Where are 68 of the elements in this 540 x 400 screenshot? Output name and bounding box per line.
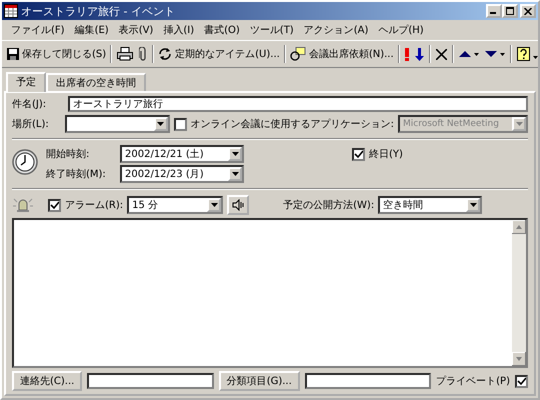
exclamation-icon[interactable] bbox=[404, 48, 409, 60]
calendar-icon bbox=[4, 4, 18, 18]
end-time-label: 終了時刻(M): bbox=[46, 168, 107, 181]
caret-icon bbox=[516, 122, 522, 126]
close-icon bbox=[524, 8, 532, 14]
contacts-field[interactable] bbox=[87, 373, 214, 389]
all-day-checkbox[interactable] bbox=[352, 148, 365, 160]
close-button[interactable] bbox=[520, 4, 536, 18]
caret-icon bbox=[210, 203, 218, 207]
subject-label: 件名(J): bbox=[12, 98, 48, 111]
save-and-close-button[interactable]: 保存して閉じる(S) bbox=[5, 45, 108, 63]
private-label: プライベート(P) bbox=[436, 374, 510, 388]
contacts-button[interactable]: 連絡先(C)... bbox=[12, 371, 82, 391]
scroll-down-icon[interactable] bbox=[512, 352, 526, 366]
subject-field[interactable]: オーストラリア旅行 bbox=[68, 96, 528, 112]
printer-icon[interactable] bbox=[117, 47, 134, 61]
meeting-request-button[interactable]: 会議出席依頼(N)... bbox=[288, 45, 396, 63]
categories-button[interactable]: 分類項目(G)... bbox=[218, 371, 300, 391]
delete-icon[interactable] bbox=[436, 48, 447, 60]
start-time-label: 開始時刻: bbox=[46, 148, 90, 161]
end-date-dropdown[interactable]: 2002/12/23 (月) bbox=[120, 165, 244, 183]
clock-icon bbox=[12, 149, 38, 175]
alarm-checkbox[interactable] bbox=[48, 198, 61, 212]
menu-item[interactable]: アクション(A) bbox=[298, 22, 374, 38]
all-day-label: 終日(Y) bbox=[369, 148, 403, 161]
caret-icon bbox=[470, 203, 477, 207]
location-dropdown[interactable] bbox=[65, 115, 170, 133]
caret-icon bbox=[157, 122, 164, 126]
up-arrow-dropdown-icon[interactable] bbox=[458, 49, 479, 59]
show-as-label: 予定の公開方法(W): bbox=[283, 198, 374, 212]
down-arrow-icon[interactable] bbox=[414, 48, 424, 60]
paperclip-icon[interactable] bbox=[139, 47, 148, 61]
checkmark-icon bbox=[50, 200, 59, 210]
menu-item[interactable]: 編集(E) bbox=[70, 22, 114, 38]
menu-item[interactable]: ファイル(F) bbox=[6, 22, 70, 38]
menu-item[interactable]: 書式(O) bbox=[199, 22, 245, 38]
menu-item[interactable]: ツール(T) bbox=[244, 22, 299, 38]
menu-item[interactable]: 表示(V) bbox=[114, 22, 158, 38]
alarm-label: アラーム(R): bbox=[65, 199, 124, 212]
location-label: 場所(L): bbox=[12, 118, 50, 131]
tab[interactable]: 出席者の空き時間 bbox=[46, 73, 146, 91]
menu-item[interactable]: 挿入(I) bbox=[158, 22, 200, 38]
online-meeting-label: オンライン会議に使用するアプリケーション: bbox=[190, 118, 394, 131]
maximize-button[interactable] bbox=[502, 4, 518, 18]
tab[interactable]: 予定 bbox=[6, 72, 46, 92]
notes-field[interactable] bbox=[12, 218, 528, 368]
menu-item[interactable]: ヘルプ(H) bbox=[373, 22, 429, 38]
start-date-dropdown[interactable]: 2002/12/21 (土) bbox=[120, 145, 244, 163]
checkmark-icon bbox=[354, 150, 363, 158]
checkmark-icon bbox=[517, 376, 526, 386]
minimize-button[interactable] bbox=[486, 4, 502, 18]
down-arrow-dropdown-icon[interactable] bbox=[484, 49, 505, 59]
caret-icon bbox=[232, 172, 238, 176]
speaker-icon bbox=[232, 199, 244, 211]
scroll-up-icon[interactable] bbox=[512, 220, 526, 234]
recurrence-button[interactable]: 定期的なアイテム(U)... bbox=[156, 45, 282, 63]
private-checkbox[interactable] bbox=[515, 374, 528, 388]
caret-icon bbox=[232, 152, 238, 156]
window-title: オーストラリア旅行 - イベント bbox=[21, 4, 176, 18]
speaker-button[interactable] bbox=[227, 195, 250, 215]
show-as-dropdown[interactable]: 空き時間 bbox=[378, 196, 482, 214]
categories-field[interactable] bbox=[304, 373, 432, 389]
bell-icon bbox=[12, 196, 34, 214]
circular-arrows-icon bbox=[158, 47, 172, 61]
scrollbar[interactable] bbox=[512, 220, 526, 366]
meeting-request-icon bbox=[290, 47, 306, 61]
help-icon[interactable] bbox=[516, 47, 538, 61]
alarm-time-dropdown[interactable]: 15 分 bbox=[127, 196, 224, 214]
